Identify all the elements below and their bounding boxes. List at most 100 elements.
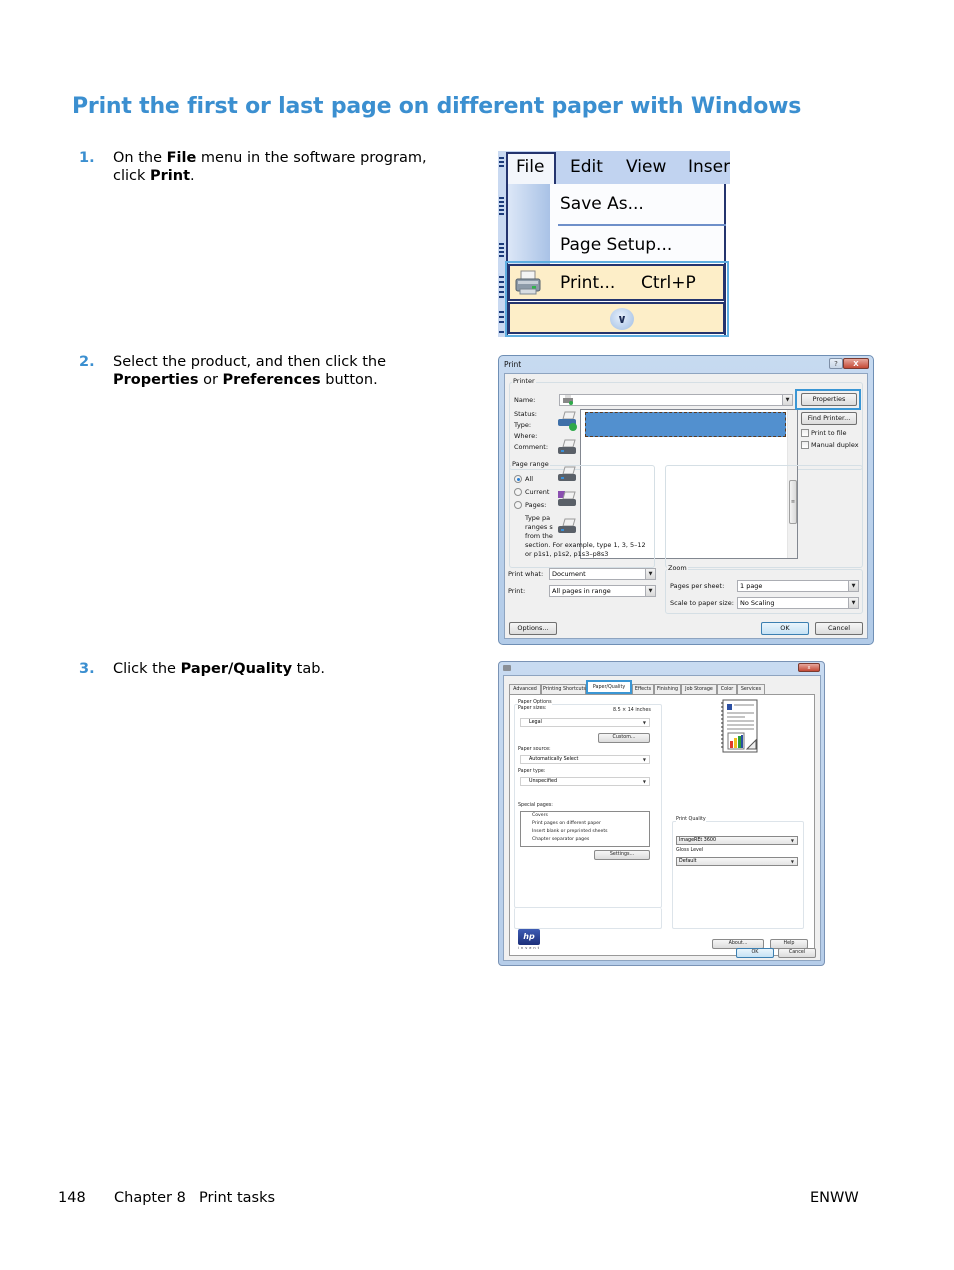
tab-printing-shortcuts[interactable]: Printing Shortcuts [541, 684, 586, 694]
list-item[interactable]: Chapter separator pages [532, 837, 589, 842]
menu-insert[interactable]: Inser [688, 157, 730, 177]
printer-list-selected-row[interactable] [585, 412, 786, 437]
tab-services[interactable]: Services [737, 684, 765, 694]
range-pages-label: Pages: [525, 501, 547, 509]
menu-item-save-as[interactable]: Save As... [560, 194, 644, 214]
menu-item-print[interactable]: Print... Ctrl+P [508, 264, 725, 301]
menu-edit[interactable]: Edit [570, 157, 603, 177]
paper-source-select[interactable]: Automatically Select ▼ [520, 755, 650, 764]
print-what-select[interactable]: Document ▼ [549, 568, 656, 580]
manual-duplex-checkbox[interactable] [801, 441, 809, 449]
chevron-down-icon: ▼ [848, 581, 858, 591]
tab-job-storage[interactable]: Job Storage [681, 684, 717, 694]
range-hint: ranges s [525, 523, 553, 531]
chevron-down-icon: ▼ [642, 779, 646, 784]
step-number: 3. [79, 661, 95, 677]
printer-icon [558, 411, 577, 431]
print-quality-value: ImageREt 3600 [679, 838, 717, 843]
printer-name-select[interactable]: ▼ [559, 394, 793, 406]
pages-per-sheet-label: Pages per sheet: [670, 582, 725, 590]
print-quality-title: Print Quality [676, 817, 706, 822]
custom-button[interactable]: Custom... [598, 733, 650, 743]
gloss-level-value: Default [679, 859, 697, 864]
locale-label: ENWW [810, 1190, 859, 1206]
paper-size-select[interactable]: Legal ▼ [520, 718, 650, 727]
special-pages-label: Special pages: [518, 803, 553, 808]
print-label: Print... [560, 273, 616, 293]
step-keyword: Print [150, 168, 191, 184]
list-item[interactable]: Covers [532, 813, 548, 818]
menu-view[interactable]: View [626, 157, 666, 177]
list-item[interactable]: Insert blank or preprinted sheets [532, 829, 608, 834]
tab-color[interactable]: Color [717, 684, 737, 694]
tab-advanced[interactable]: Advanced [509, 684, 541, 694]
dialog-body: Printer Name: Status: Type: Where: Comme… [504, 373, 868, 639]
copies-group [665, 465, 863, 568]
chevron-down-icon: ▼ [645, 586, 655, 596]
hp-tagline: invent [518, 946, 542, 950]
paper-type-value: Unspecified [529, 779, 558, 784]
scale-label: Scale to paper size: [670, 599, 734, 607]
ok-button[interactable]: OK [736, 948, 774, 958]
menu-icon-strip [508, 184, 550, 264]
ok-button[interactable]: OK [761, 622, 809, 635]
printer-icon [558, 439, 576, 454]
print-select[interactable]: All pages in range ▼ [549, 585, 656, 597]
gloss-level-select[interactable]: Default ▼ [676, 857, 798, 866]
find-printer-button[interactable]: Find Printer... [801, 412, 857, 425]
properties-dialog-screenshot: x Advanced Printing Shortcuts Paper/Qual… [498, 661, 825, 966]
step-keyword: File [166, 150, 197, 166]
list-item[interactable]: Print pages on different paper [532, 821, 601, 826]
print-to-file-checkbox[interactable] [801, 429, 809, 437]
scale-select[interactable]: No Scaling ▼ [737, 597, 859, 609]
help-button[interactable]: ? [829, 358, 843, 369]
paper-source-value: Automatically Select [529, 757, 579, 762]
print-what-value: Document [552, 570, 586, 578]
tab-paper-quality[interactable]: Paper/Quality [586, 680, 632, 694]
range-hint: from the [525, 532, 553, 540]
paper-type-label: Paper type: [518, 769, 546, 774]
pages-per-sheet-select[interactable]: 1 page ▼ [737, 580, 859, 592]
menu-item-page-setup[interactable]: Page Setup... [560, 235, 672, 255]
double-chevron-down-icon: ∨ [610, 308, 634, 330]
menu-expand[interactable]: ∨ [508, 302, 725, 334]
pages-per-sheet-value: 1 page [740, 582, 763, 590]
paper-options-title: Paper Options [518, 700, 552, 705]
print-value: All pages in range [552, 587, 611, 595]
document-preview-icon [721, 699, 758, 753]
tab-finishing[interactable]: Finishing [654, 684, 681, 694]
range-current-radio[interactable] [514, 488, 522, 496]
paper-source-label: Paper source: [518, 747, 551, 752]
chevron-down-icon: ▼ [642, 720, 646, 725]
print-quality-select[interactable]: ImageREt 3600 ▼ [676, 836, 798, 845]
chevron-down-icon: ▼ [848, 598, 858, 608]
settings-button[interactable]: Settings... [594, 850, 650, 860]
range-current-label: Current [525, 488, 550, 496]
step-keyword: Preferences [222, 372, 321, 388]
step-text-part: Click the [113, 661, 181, 677]
page-title: Print the first or last page on differen… [72, 94, 802, 119]
paper-type-select[interactable]: Unspecified ▼ [520, 777, 650, 786]
cancel-button[interactable]: Cancel [778, 948, 816, 958]
tab-effects[interactable]: Effects [632, 684, 654, 694]
range-hint: section. For example, type 1, 3, 5–12 [525, 541, 646, 549]
range-hint: Type pa [525, 514, 551, 522]
cancel-button[interactable]: Cancel [815, 622, 863, 635]
range-all-radio[interactable] [514, 475, 522, 483]
print-what-label: Print what: [508, 570, 544, 578]
range-hint: or p1s1, p1s2, p1s3–p8s3 [525, 550, 609, 558]
options-button[interactable]: Options... [509, 622, 557, 635]
step-text-part: . [190, 168, 195, 184]
paper-size-dims: 8.5 × 14 inches [613, 708, 651, 713]
chevron-down-icon: ▼ [645, 569, 655, 579]
hp-logo: hp [518, 929, 540, 945]
where-label: Where: [514, 432, 538, 440]
close-button[interactable]: X [843, 358, 869, 369]
special-pages-list[interactable]: Covers Print pages on different paper In… [520, 811, 650, 847]
range-pages-radio[interactable] [514, 501, 522, 509]
close-button[interactable]: x [798, 663, 820, 672]
properties-highlight [795, 389, 861, 410]
section-label: Print tasks [199, 1190, 276, 1206]
dialog-body: Advanced Printing Shortcuts Paper/Qualit… [503, 675, 821, 961]
menu-file[interactable]: File [516, 157, 544, 177]
